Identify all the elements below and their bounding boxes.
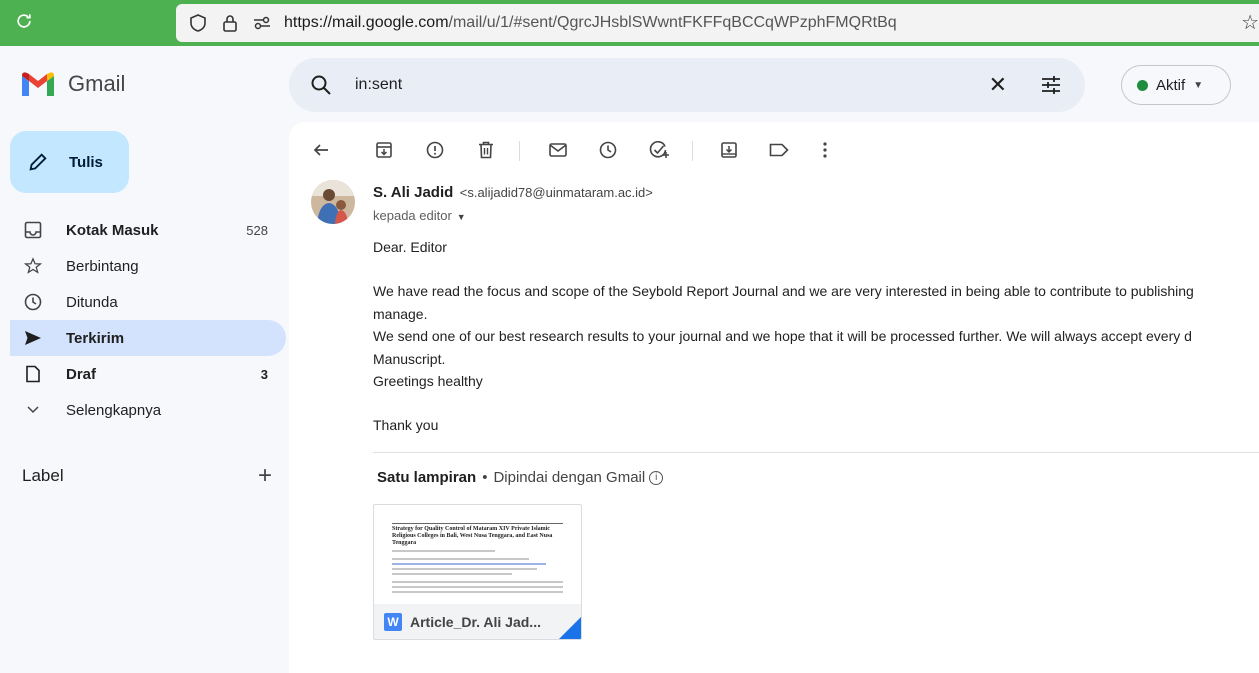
email-body: Dear. Editor We have read the focus and … [373,236,1259,437]
browser-toolbar: https://mail.google.com/mail/u/1/#sent/Q… [0,0,1259,46]
url-text: https://mail.google.com/mail/u/1/#sent/Q… [284,14,897,31]
attachment-footer: W Article_Dr. Ali Jad... [374,604,581,639]
recipient-details[interactable]: kepada editor ▼ [373,208,466,223]
archive-icon[interactable] [370,136,398,164]
page-fold-icon [559,617,581,639]
attachments-header: Satu lampiran • Dipindai dengan Gmail i [377,469,664,486]
snooze-icon[interactable] [594,136,622,164]
search-bar[interactable]: in:sent ✕ [289,58,1085,112]
shield-icon [188,13,208,33]
sidebar-item-label: Ditunda [66,293,118,311]
body-line: manage. [373,305,428,322]
sidebar-item-starred[interactable]: Berbintang [10,248,286,284]
sidebar-item-sent[interactable]: Terkirim [10,320,286,356]
labels-section-header: Label + [22,462,272,490]
sidebar-item-label: Kotak Masuk [66,221,159,239]
sender-avatar[interactable] [311,180,355,224]
back-arrow-icon[interactable] [307,136,335,164]
star-icon [23,256,43,276]
scan-label: Dipindai dengan Gmail [493,469,646,486]
send-icon [23,328,43,348]
sidebar-item-label: Berbintang [66,257,139,275]
bookmark-star-icon[interactable]: ☆ [1241,10,1259,35]
sidebar-item-snoozed[interactable]: Ditunda [10,284,286,320]
app-name: Gmail [68,71,126,96]
toolbar-divider [692,141,693,161]
pencil-icon [29,153,47,171]
chevron-down-icon [23,400,43,420]
body-greeting: Dear. Editor [373,239,447,255]
sidebar-nav: Kotak Masuk 528 Berbintang Ditunda Terki… [10,212,286,428]
sender-name[interactable]: S. Ali Jadid [373,184,453,201]
delete-icon[interactable] [472,136,500,164]
status-selector[interactable]: Aktif ▼ [1121,65,1231,105]
search-options-icon[interactable] [1039,73,1063,97]
attachment-preview: Strategy for Quality Control of Mataram … [374,505,581,605]
sender-line: S. Ali Jadid <s.alijadid78@uinmataram.ac… [373,184,653,202]
body-line: We have read the focus and scope of the … [373,283,1194,300]
sidebar-item-label: Selengkapnya [66,401,162,419]
body-line: Manuscript. [373,350,446,367]
toolbar-divider [519,141,520,161]
lock-icon [220,13,240,33]
sidebar-item-label: Terkirim [66,329,125,347]
draft-count: 3 [260,366,268,382]
draft-icon [23,364,43,384]
unread-count: 528 [246,222,268,238]
report-spam-icon[interactable] [421,136,449,164]
body-closing: Thank you [373,417,439,434]
attachments-divider [373,452,1259,453]
email-view: S. Ali Jadid <s.alijadid78@uinmataram.ac… [289,122,1259,673]
sidebar-item-inbox[interactable]: Kotak Masuk 528 [10,212,286,248]
add-task-icon[interactable] [645,136,673,164]
recipient-label: kepada editor [373,208,452,223]
address-bar[interactable]: https://mail.google.com/mail/u/1/#sent/Q… [176,4,1259,42]
gmail-m-icon [22,72,54,96]
attachment-filename: Article_Dr. Ali Jad... [410,613,541,630]
gmail-logo[interactable]: Gmail [20,70,125,98]
search-icon[interactable] [309,73,333,97]
clear-search-icon[interactable]: ✕ [989,72,1007,98]
inbox-icon [23,220,43,240]
search-input[interactable]: in:sent [355,76,402,94]
labels-title: Label [22,466,64,485]
sidebar-item-drafts[interactable]: Draf 3 [10,356,286,392]
mark-unread-icon[interactable] [544,136,572,164]
clock-icon [23,292,43,312]
caret-down-icon[interactable]: ▼ [457,212,466,222]
attachment-count: Satu lampiran [377,469,477,486]
reload-icon[interactable] [14,11,36,33]
word-doc-icon: W [384,612,402,631]
attachment-card[interactable]: Strategy for Quality Control of Mataram … [373,504,582,640]
info-icon[interactable]: i [649,471,664,486]
label-icon[interactable] [765,136,793,164]
compose-label: Tulis [69,153,103,171]
sidebar-item-label: Draf [66,365,97,383]
status-label: Aktif [1156,76,1186,94]
email-toolbar [289,136,1259,166]
status-dot [1137,79,1148,91]
sidebar-item-more[interactable]: Selengkapnya [10,392,286,428]
compose-button[interactable]: Tulis [10,131,129,193]
body-line: Greetings healthy [373,373,483,390]
more-options-icon[interactable] [811,136,839,164]
caret-down-icon: ▼ [1193,79,1204,91]
sender-email: <s.alijadid78@uinmataram.ac.id> [459,185,653,200]
preview-title: Strategy for Quality Control of Mataram … [392,523,563,547]
add-label-icon[interactable]: + [258,462,272,490]
move-to-icon[interactable] [715,136,743,164]
permissions-icon[interactable] [252,13,272,33]
body-line: We send one of our best research results… [373,328,1192,345]
